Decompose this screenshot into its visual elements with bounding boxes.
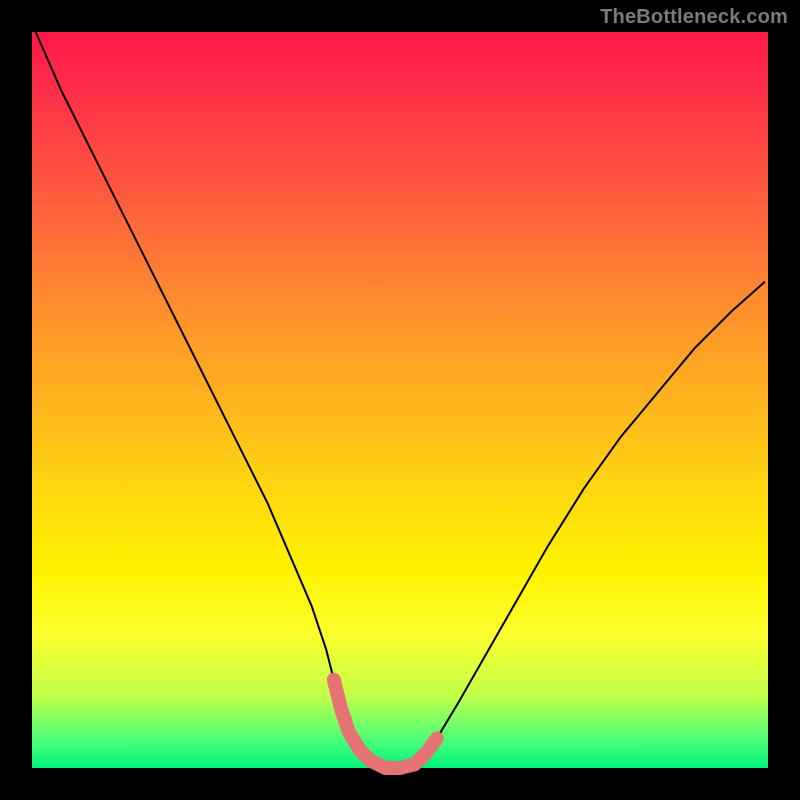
curve-svg bbox=[32, 32, 768, 768]
critical-band bbox=[334, 680, 437, 768]
plot-area bbox=[32, 32, 768, 768]
main-curve bbox=[36, 32, 765, 768]
watermark-text: TheBottleneck.com bbox=[600, 6, 788, 29]
chart-frame: TheBottleneck.com bbox=[0, 0, 800, 800]
